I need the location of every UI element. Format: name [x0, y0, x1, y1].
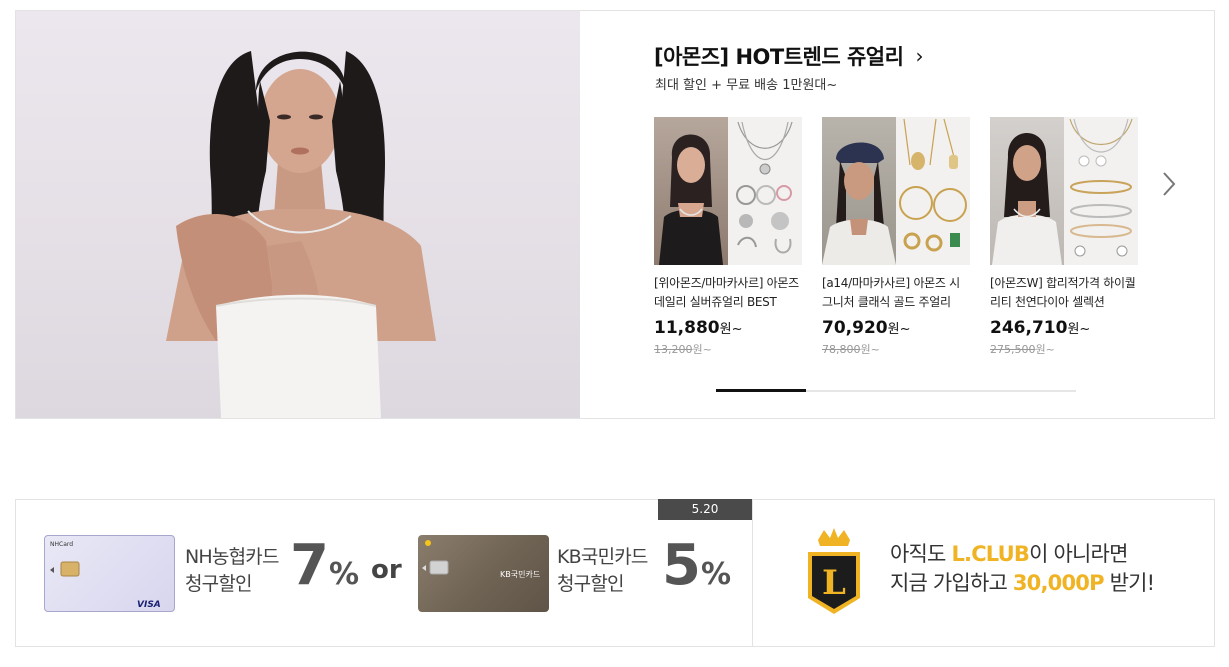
lclub-highlight: L.CLUB: [951, 542, 1030, 566]
nh-card-desc: 청구할인: [185, 573, 253, 595]
product-card[interactable]: [아몬즈W] 합리적가격 하이퀄리티 천연다이아 셀렉션 246,710원~ 2…: [990, 117, 1138, 357]
nh-card-label: NH농협카드 청구할인: [185, 544, 279, 598]
kb-card-desc: 청구할인: [557, 573, 625, 595]
original-price-value: 78,800: [822, 343, 861, 356]
lclub-line1-pre: 아직도: [890, 542, 952, 566]
banner-divider: [752, 500, 753, 646]
nh-card-brand: NHCard: [50, 541, 73, 548]
nh-card-network: VISA: [137, 600, 161, 610]
promo-subtitle: 최대 할인 + 무료 배송 1만원대~: [655, 78, 838, 93]
chevron-right-icon[interactable]: ›: [915, 44, 923, 68]
lclub-line-1: 아직도 L.CLUB이 아니라면: [890, 540, 1154, 569]
date-tag: 5.20: [658, 499, 752, 520]
product-price: 246,710원~: [990, 318, 1138, 338]
product-name[interactable]: [위아몬즈/마마카사르] 아몬즈 데일리 실버쥬얼리 BEST: [654, 274, 802, 312]
lclub-line2-post: 받기!: [1103, 571, 1155, 595]
original-price: 13,200원~: [654, 341, 802, 357]
price-unit: 원~: [887, 322, 911, 337]
original-price: 78,800원~: [822, 341, 970, 357]
promo-title-text[interactable]: [아몬즈] HOT트렌드 쥬얼리: [654, 41, 904, 71]
original-price: 275,500원~: [990, 341, 1138, 357]
original-price-unit: 원~: [860, 343, 880, 356]
nh-percent-value: 7: [290, 533, 329, 598]
product-card[interactable]: [a14/마마카사르] 아몬즈 시그니처 클래식 골드 주얼리 70,920원~…: [822, 117, 970, 357]
product-thumbnail[interactable]: [654, 117, 802, 265]
kb-percent-value: 5: [662, 533, 701, 598]
product-name[interactable]: [a14/마마카사르] 아몬즈 시그니처 클래식 골드 주얼리: [822, 274, 970, 312]
product-thumbnail[interactable]: [822, 117, 970, 265]
original-price-unit: 원~: [692, 343, 712, 356]
nh-percent-sign: %: [328, 557, 359, 592]
product-card[interactable]: [위아몬즈/마마카사르] 아몬즈 데일리 실버쥬얼리 BEST 11,880원~…: [654, 117, 802, 357]
lclub-line1-post: 이 아니라면: [1029, 542, 1128, 566]
svg-text:L: L: [822, 563, 846, 603]
product-name[interactable]: [아몬즈W] 합리적가격 하이퀄리티 천연다이아 셀렉션: [990, 274, 1138, 312]
or-text: or: [371, 555, 402, 585]
lclub-promo-text[interactable]: 아직도 L.CLUB이 아니라면 지금 가입하고 30,000P 받기!: [890, 540, 1155, 598]
kb-card-label: KB국민카드 청구할인: [557, 544, 648, 598]
jewelry-promo-banner[interactable]: [아몬즈] HOT트렌드 쥬얼리 › 최대 할인 + 무료 배송 1만원대~ […: [15, 10, 1215, 419]
price-unit: 원~: [719, 322, 743, 337]
lclub-points-highlight: 30,000P: [1012, 571, 1105, 595]
chevron-right-icon[interactable]: [1159, 169, 1179, 199]
product-thumbnail[interactable]: [990, 117, 1138, 265]
kb-card-image: KB국민카드: [418, 535, 549, 612]
price-unit: 원~: [1067, 322, 1091, 337]
kb-discount-percent: 5%: [662, 533, 731, 598]
card-discount-banner[interactable]: 5.20 NHCard VISA NH농협카드 청구할인 7% or KB국민카…: [15, 499, 1215, 647]
original-price-value: 275,500: [990, 343, 1036, 356]
lclub-line-2: 지금 가입하고 30,000P 받기!: [890, 569, 1155, 598]
promo-title[interactable]: [아몬즈] HOT트렌드 쥬얼리 ›: [654, 41, 923, 71]
progress-fill: [716, 389, 806, 392]
price-value: 70,920: [822, 318, 888, 338]
kb-percent-sign: %: [700, 557, 731, 592]
product-price: 11,880원~: [654, 318, 802, 338]
nh-card-image: NHCard VISA: [44, 535, 175, 612]
price-value: 246,710: [990, 318, 1068, 338]
lclub-line2-pre: 지금 가입하고: [890, 571, 1013, 595]
carousel-progress-bar: [716, 389, 1076, 392]
product-price: 70,920원~: [822, 318, 970, 338]
product-list: [위아몬즈/마마카사르] 아몬즈 데일리 실버쥬얼리 BEST 11,880원~…: [654, 117, 1138, 357]
kb-card-brand: KB국민카드: [500, 569, 540, 579]
original-price-value: 13,200: [654, 343, 693, 356]
price-value: 11,880: [654, 318, 720, 338]
lclub-crown-badge-icon[interactable]: L: [804, 528, 864, 618]
kb-card-name: KB국민카드: [557, 546, 648, 568]
nh-card-name: NH농협카드: [185, 546, 279, 568]
hero-model-image[interactable]: [16, 11, 580, 418]
original-price-unit: 원~: [1035, 343, 1055, 356]
nh-discount-percent: 7%: [290, 533, 359, 598]
